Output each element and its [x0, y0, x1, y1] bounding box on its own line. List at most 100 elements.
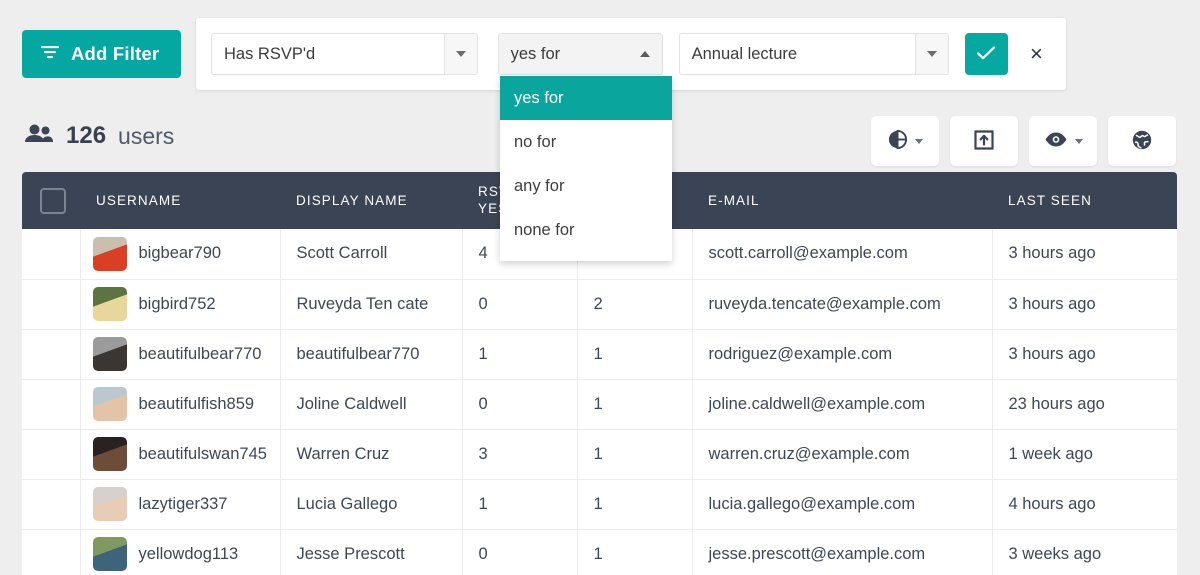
- cell-last-seen: 3 hours ago: [992, 279, 1177, 329]
- cell-email: warren.cruz@example.com: [692, 429, 992, 479]
- table-row[interactable]: bigbird752Ruveyda Ten cate02ruveyda.tenc…: [22, 279, 1177, 329]
- column-header-username[interactable]: USERNAME: [80, 172, 280, 229]
- select-all-header: [22, 172, 80, 229]
- cell-display-name: Lucia Gallego: [280, 479, 462, 529]
- avatar: [93, 237, 127, 271]
- filter-value-select[interactable]: Annual lecture: [679, 33, 949, 75]
- eye-icon: [1044, 131, 1068, 151]
- chevron-down-icon: [915, 139, 923, 144]
- cell-email: joline.caldwell@example.com: [692, 379, 992, 429]
- chart-view-button[interactable]: [871, 116, 939, 166]
- cell-username[interactable]: beautifulbear770: [80, 329, 280, 379]
- row-select-cell[interactable]: [22, 479, 80, 529]
- export-button[interactable]: [950, 116, 1018, 166]
- filter-operator-value: yes for: [499, 34, 629, 74]
- cell-rsvp-no: 1: [577, 379, 692, 429]
- username-text: beautifulfish859: [139, 395, 255, 414]
- cell-rsvp-no: 1: [577, 529, 692, 575]
- table-row[interactable]: lazytiger337Lucia Gallego11lucia.gallego…: [22, 479, 1177, 529]
- chevron-down-icon: [1075, 139, 1083, 144]
- cell-last-seen: 23 hours ago: [992, 379, 1177, 429]
- cell-rsvp-no: 1: [577, 429, 692, 479]
- row-select-cell[interactable]: [22, 429, 80, 479]
- filter-value-value: Annual lecture: [680, 34, 915, 74]
- table-row[interactable]: beautifulfish859 Joline Caldwell01joline.…: [22, 379, 1177, 429]
- filter-field-select[interactable]: Has RSVP'd: [211, 33, 478, 75]
- cell-username[interactable]: bigbird752: [80, 279, 280, 329]
- row-select-cell[interactable]: [22, 229, 80, 279]
- cell-username[interactable]: beautifulswan745: [80, 429, 280, 479]
- username-text: bigbird752: [139, 295, 216, 314]
- check-icon: [976, 45, 996, 64]
- operator-option-none-for[interactable]: none for: [500, 208, 672, 252]
- cell-rsvp-no: 1: [577, 479, 692, 529]
- cell-display-name: Ruveyda Ten cate: [280, 279, 462, 329]
- cell-last-seen: 3 weeks ago: [992, 529, 1177, 575]
- cell-username[interactable]: lazytiger337: [80, 479, 280, 529]
- user-count: 126 users: [24, 122, 174, 150]
- row-select-cell[interactable]: [22, 279, 80, 329]
- filter-field-value: Has RSVP'd: [212, 34, 444, 74]
- add-filter-label: Add Filter: [71, 43, 159, 65]
- cell-rsvp-yes: 1: [462, 329, 577, 379]
- username-text: lazytiger337: [139, 495, 228, 514]
- table-row[interactable]: beautifulbear770beautifulbear77011rodrig…: [22, 329, 1177, 379]
- cell-rsvp-yes: 0: [462, 529, 577, 575]
- operator-option-no-for[interactable]: no for: [500, 120, 672, 164]
- remove-filter-button[interactable]: ×: [1022, 39, 1051, 69]
- username-text: bigbear790: [139, 244, 222, 263]
- row-select-cell[interactable]: [22, 379, 80, 429]
- close-icon: ×: [1030, 43, 1043, 65]
- cell-display-name: Warren Cruz: [280, 429, 462, 479]
- chevron-up-icon[interactable]: [629, 34, 662, 74]
- cell-last-seen: 4 hours ago: [992, 479, 1177, 529]
- avatar: [93, 537, 127, 571]
- chevron-down-icon[interactable]: [444, 34, 477, 74]
- operator-dropdown-menu[interactable]: yes for no for any for none for: [500, 76, 672, 261]
- operator-option-yes-for[interactable]: yes for: [500, 76, 672, 120]
- globe-button[interactable]: [1108, 116, 1176, 166]
- filter-operator-select[interactable]: yes for: [498, 33, 663, 75]
- filter-icon: [40, 43, 60, 65]
- users-icon: [24, 123, 54, 150]
- operator-option-any-for[interactable]: any for: [500, 164, 672, 208]
- export-box-icon: [973, 129, 995, 154]
- column-header-last-seen[interactable]: LAST SEEN: [992, 172, 1177, 229]
- cell-display-name: Scott Carroll: [280, 229, 462, 279]
- avatar: [93, 387, 127, 421]
- table-toolbar: [871, 116, 1176, 166]
- page-root: Add Filter Has RSVP'd yes for Annual lec…: [0, 0, 1200, 575]
- table-body: bigbear790Scott Carroll41scott.carroll@e…: [22, 229, 1177, 575]
- select-all-checkbox[interactable]: [40, 188, 66, 214]
- row-select-cell[interactable]: [22, 529, 80, 575]
- add-filter-button[interactable]: Add Filter: [22, 30, 181, 78]
- column-header-email[interactable]: E-MAIL: [692, 172, 992, 229]
- cell-last-seen: 1 week ago: [992, 429, 1177, 479]
- cell-rsvp-yes: 1: [462, 479, 577, 529]
- cell-username[interactable]: beautifulfish859: [80, 379, 280, 429]
- cell-last-seen: 3 hours ago: [992, 329, 1177, 379]
- cell-username[interactable]: bigbear790: [80, 229, 280, 279]
- cell-email: ruveyda.tencate@example.com: [692, 279, 992, 329]
- cell-rsvp-yes: 0: [462, 379, 577, 429]
- user-count-number: 126: [66, 122, 106, 150]
- avatar: [93, 287, 127, 321]
- visibility-button[interactable]: [1029, 116, 1097, 166]
- username-text: beautifulbear770: [139, 345, 262, 364]
- user-count-label: users: [118, 123, 174, 150]
- globe-icon: [1131, 129, 1153, 154]
- cell-email: lucia.gallego@example.com: [692, 479, 992, 529]
- table-row[interactable]: yellowdog113Jesse Prescott01jesse.presco…: [22, 529, 1177, 575]
- row-select-cell[interactable]: [22, 329, 80, 379]
- cell-rsvp-yes: 3: [462, 429, 577, 479]
- cell-email: jesse.prescott@example.com: [692, 529, 992, 575]
- table-row[interactable]: beautifulswan745Warren Cruz31warren.cruz…: [22, 429, 1177, 479]
- avatar: [93, 337, 127, 371]
- cell-display-name: beautifulbear770: [280, 329, 462, 379]
- pie-chart-icon: [887, 129, 908, 153]
- apply-filter-button[interactable]: [965, 33, 1008, 75]
- cell-display-name: Joline Caldwell: [280, 379, 462, 429]
- column-header-display-name[interactable]: DISPLAY NAME: [280, 172, 462, 229]
- cell-username[interactable]: yellowdog113: [80, 529, 280, 575]
- chevron-down-icon[interactable]: [915, 34, 948, 74]
